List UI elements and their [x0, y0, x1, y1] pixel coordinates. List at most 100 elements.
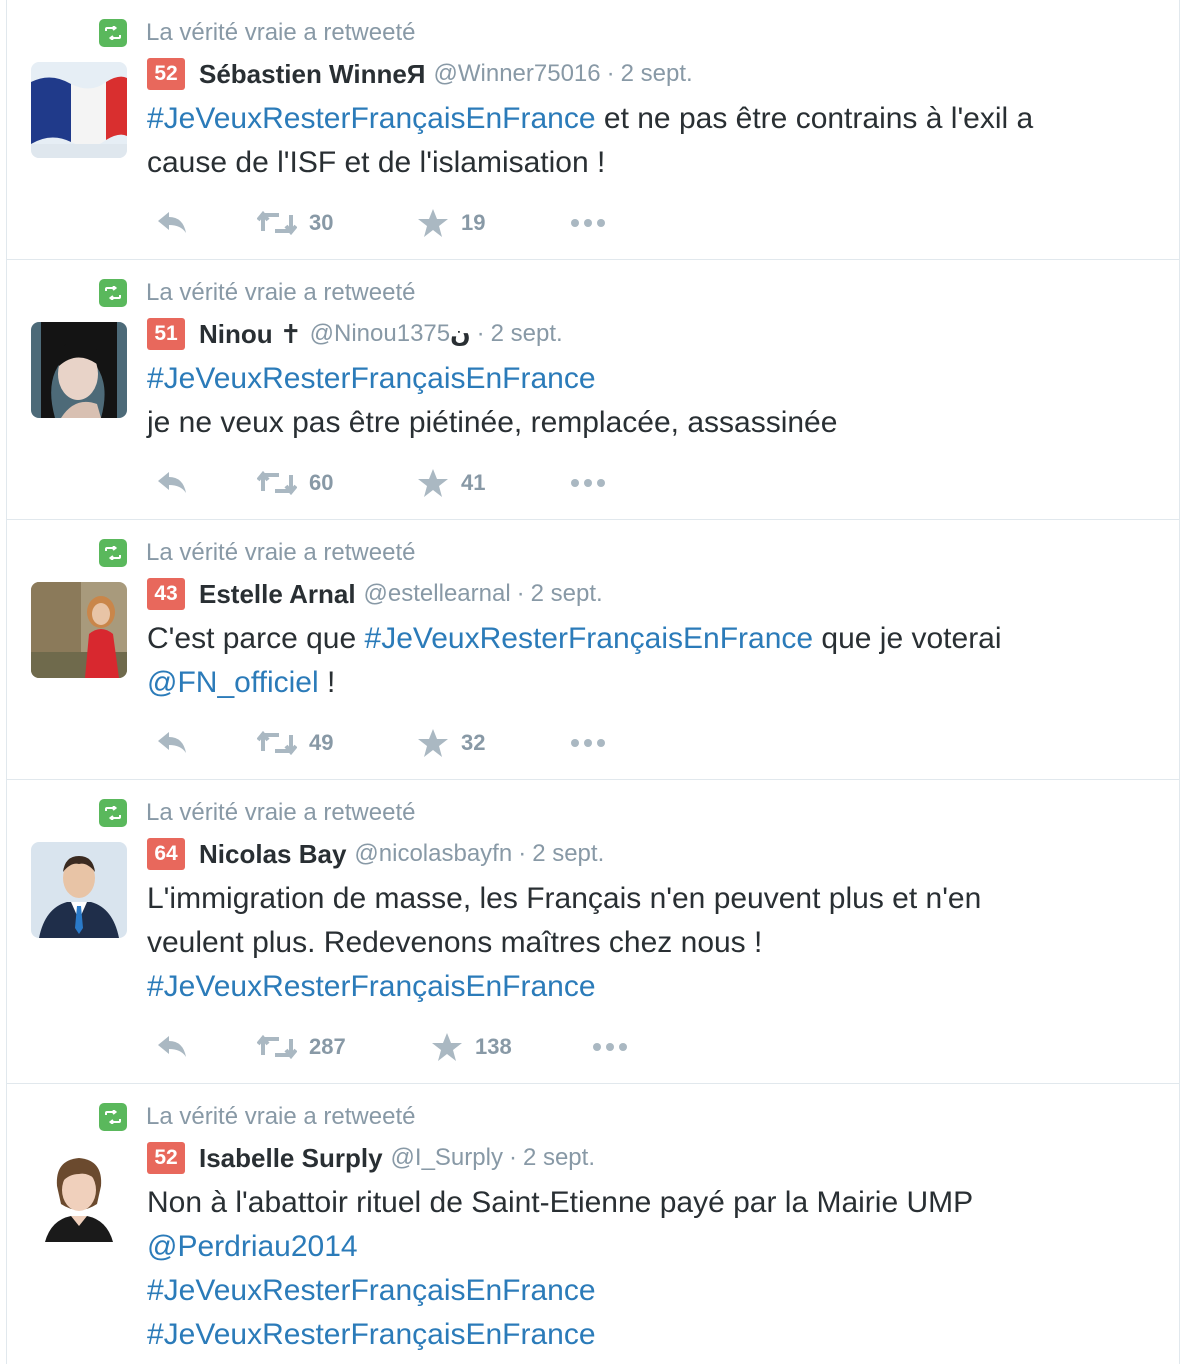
more-icon	[571, 219, 605, 227]
tweet-3[interactable]: La vérité vraie a retweeté 43 Estelle Ar…	[7, 520, 1179, 780]
tweet-header: 43 Estelle Arnal @estellearnal · 2 sept.	[147, 576, 603, 612]
timestamp[interactable]: 2 sept.	[531, 580, 603, 608]
like-button[interactable]: 32	[417, 728, 485, 758]
tweet-line: @FN_officiel !	[147, 666, 336, 699]
author-name[interactable]: Sébastien WinneЯ	[199, 59, 426, 90]
reply-icon	[155, 1034, 189, 1060]
like-count: 138	[475, 1034, 512, 1059]
author-username[interactable]: @nicolasbayfn	[354, 840, 512, 868]
retweet-icon	[99, 19, 127, 47]
retweet-button[interactable]: 60	[257, 468, 333, 498]
klout-score-badge: 52	[147, 58, 185, 90]
like-count: 41	[461, 470, 486, 495]
avatar[interactable]	[31, 1146, 127, 1242]
klout-score-badge: 51	[147, 318, 185, 350]
reply-button[interactable]	[155, 1032, 201, 1062]
retweet-context: La vérité vraie a retweeté	[99, 18, 415, 48]
retweet-icon	[257, 209, 297, 237]
more-button[interactable]	[571, 208, 605, 238]
retweet-button[interactable]: 287	[257, 1032, 346, 1062]
like-button[interactable]: 138	[431, 1032, 512, 1062]
reply-icon	[155, 210, 189, 236]
reply-button[interactable]	[155, 468, 201, 498]
more-icon	[593, 1043, 627, 1051]
retweet-icon	[257, 1033, 297, 1061]
retweet-count: 49	[309, 730, 334, 755]
like-button[interactable]: 19	[417, 208, 485, 238]
tweet-actions: 287 138	[147, 1032, 747, 1062]
retweet-context: La vérité vraie a retweeté	[99, 538, 415, 568]
tweet-text: #JeVeuxResterFrançaisEnFrance je ne veux…	[147, 357, 1157, 445]
timestamp[interactable]: 2 sept.	[523, 1144, 595, 1172]
star-icon	[431, 1032, 463, 1062]
reply-button[interactable]	[155, 728, 201, 758]
more-button[interactable]	[571, 728, 605, 758]
hashtag-link[interactable]: #JeVeuxResterFrançaisEnFrance	[147, 362, 596, 395]
mention-link[interactable]: @FN_officiel	[147, 666, 319, 699]
more-button[interactable]	[571, 468, 605, 498]
hashtag-link[interactable]: #JeVeuxResterFrançaisEnFrance	[147, 1274, 596, 1307]
retweet-button[interactable]: 30	[257, 208, 333, 238]
separator: ·	[606, 60, 615, 87]
more-button[interactable]	[593, 1032, 627, 1062]
tweet-actions: 60 41	[147, 468, 747, 498]
retweet-icon	[257, 729, 297, 757]
hashtag-link[interactable]: #JeVeuxResterFrançaisEnFrance	[147, 1318, 596, 1351]
author-username[interactable]: @I_Surply	[391, 1144, 503, 1172]
avatar[interactable]	[31, 62, 127, 158]
tweet-1[interactable]: La vérité vraie a retweeté 52 Sébastien …	[7, 0, 1179, 260]
timestamp[interactable]: 2 sept.	[491, 320, 563, 348]
hashtag-link[interactable]: #JeVeuxResterFrançaisEnFrance	[147, 970, 596, 1003]
retweet-context: La vérité vraie a retweeté	[99, 278, 415, 308]
timestamp[interactable]: 2 sept.	[532, 840, 604, 868]
retweet-button[interactable]: 49	[257, 728, 333, 758]
tweet-header: 52 Sébastien WinneЯ @Winner75016 · 2 sep…	[147, 56, 693, 92]
star-icon	[417, 468, 449, 498]
reply-button[interactable]	[155, 208, 201, 238]
like-button[interactable]: 41	[417, 468, 485, 498]
avatar[interactable]	[31, 322, 127, 418]
retweet-icon	[99, 279, 127, 307]
klout-score-badge: 43	[147, 578, 185, 610]
author-username[interactable]: @Ninou1375	[310, 320, 450, 348]
tweet-line: #JeVeuxResterFrançaisEnFrance	[147, 1313, 1157, 1357]
star-icon	[417, 208, 449, 238]
author-name[interactable]: Nicolas Bay	[199, 839, 346, 870]
retweet-context: La vérité vraie a retweeté	[99, 798, 415, 828]
tweet-text: C'est parce que #JeVeuxResterFrançaisEnF…	[147, 617, 1157, 705]
tweet-line: L'immigration de masse, les Français n'e…	[147, 882, 982, 915]
timeline: La vérité vraie a retweeté 52 Sébastien …	[6, 0, 1180, 1364]
retweet-count: 30	[309, 210, 334, 235]
tweet-line: cause de l'ISF et de l'islamisation !	[147, 146, 606, 179]
author-name[interactable]: Ninou ✝	[199, 319, 302, 350]
mention-link[interactable]: @Perdriau2014	[147, 1230, 358, 1263]
tweet-line: @Perdriau2014	[147, 1225, 1157, 1269]
tweet-text: L'immigration de masse, les Français n'e…	[147, 877, 1157, 1009]
hashtag-link[interactable]: #JeVeuxResterFrançaisEnFrance	[365, 622, 814, 655]
retweet-icon	[99, 799, 127, 827]
author-name[interactable]: Isabelle Surply	[199, 1143, 383, 1174]
star-icon	[417, 728, 449, 758]
tweet-line: #JeVeuxResterFrançaisEnFrance et ne pas …	[147, 102, 1034, 135]
retweet-label: La vérité vraie a retweeté	[146, 279, 416, 306]
retweet-label: La vérité vraie a retweeté	[146, 1103, 416, 1130]
retweet-icon	[99, 539, 127, 567]
author-username[interactable]: @Winner75016	[434, 60, 601, 88]
separator: ·	[516, 580, 525, 607]
tweet-header: 64 Nicolas Bay @nicolasbayfn · 2 sept.	[147, 836, 604, 872]
retweet-label: La vérité vraie a retweeté	[146, 799, 416, 826]
tweet-actions: 30 19	[147, 208, 747, 238]
author-name[interactable]: Estelle Arnal	[199, 579, 356, 610]
avatar[interactable]	[31, 842, 127, 938]
reply-icon	[155, 470, 189, 496]
tweet-5[interactable]: La vérité vraie a retweeté 52 Isabelle S…	[7, 1084, 1179, 1364]
retweet-icon	[99, 1103, 127, 1131]
avatar[interactable]	[31, 582, 127, 678]
hashtag-link[interactable]: #JeVeuxResterFrançaisEnFrance	[147, 102, 596, 135]
author-username[interactable]: @estellearnal	[364, 580, 511, 608]
timestamp[interactable]: 2 sept.	[621, 60, 693, 88]
tweet-2[interactable]: La vérité vraie a retweeté 51 Ninou ✝ @N…	[7, 260, 1179, 520]
more-icon	[571, 479, 605, 487]
retweet-label: La vérité vraie a retweeté	[146, 539, 416, 566]
tweet-4[interactable]: La vérité vraie a retweeté 64 Nicolas Ba…	[7, 780, 1179, 1084]
